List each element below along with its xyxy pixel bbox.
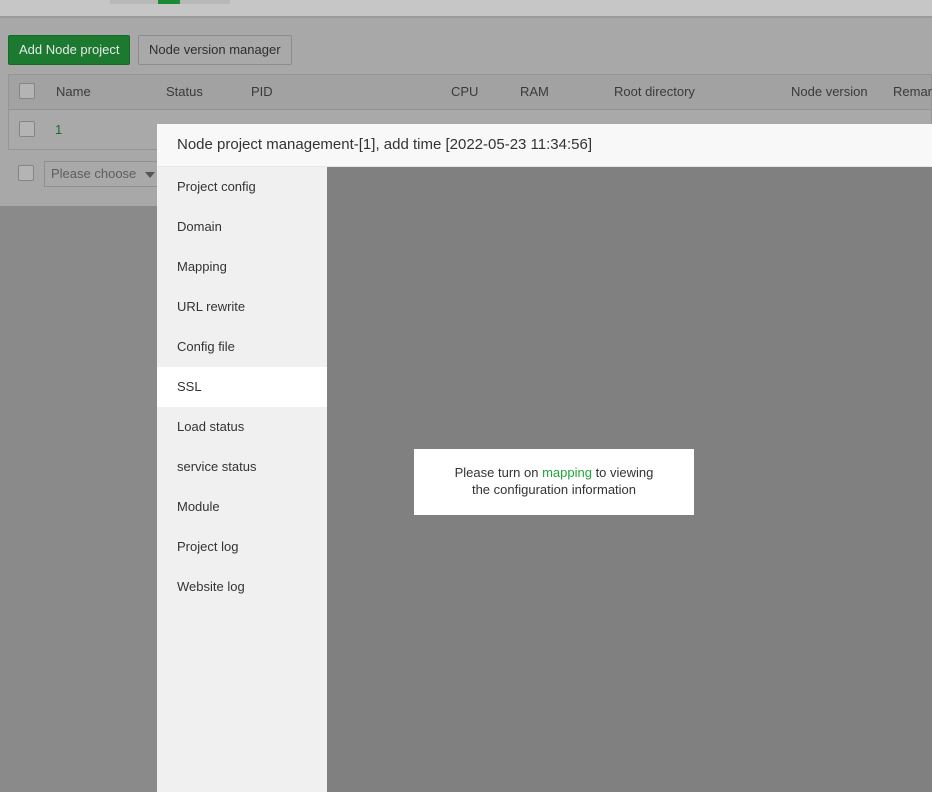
modal-header: Node project management-[1], add time [2… [157, 124, 932, 167]
chevron-down-icon [145, 172, 155, 178]
mapping-required-notice: Please turn on mapping to viewing the co… [414, 449, 694, 515]
sidebar-item-service-status[interactable]: service status [157, 447, 327, 487]
top-tab-bar [0, 0, 932, 18]
modal-sidebar: Project config Domain Mapping URL rewrit… [157, 167, 327, 792]
sidebar-item-mapping[interactable]: Mapping [157, 247, 327, 287]
sidebar-item-module[interactable]: Module [157, 487, 327, 527]
sidebar-item-ssl[interactable]: SSL [157, 367, 327, 407]
add-node-project-button[interactable]: Add Node project [8, 35, 131, 65]
column-cpu: CPU [451, 84, 479, 99]
sidebar-item-project-config[interactable]: Project config [157, 167, 327, 207]
top-tab-active[interactable] [158, 0, 180, 4]
modal-content-overlay: Please turn on mapping to viewing the co… [327, 167, 932, 792]
column-status: Status [166, 84, 203, 99]
top-tab[interactable] [110, 0, 158, 4]
notice-text-after: to viewing [591, 465, 654, 480]
batch-operation-select[interactable]: Please choose [44, 161, 162, 187]
sidebar-item-website-log[interactable]: Website log [157, 567, 327, 607]
sidebar-item-domain[interactable]: Domain [157, 207, 327, 247]
notice-text-line2: the configuration information [471, 482, 637, 497]
sidebar-item-project-log[interactable]: Project log [157, 527, 327, 567]
sidebar-item-url-rewrite[interactable]: URL rewrite [157, 287, 327, 327]
table-header: Name Status PID CPU RAM Root directory N… [9, 75, 932, 110]
column-pid: PID [251, 84, 273, 99]
column-node-version: Node version [791, 84, 868, 99]
select-all-checkbox[interactable] [19, 83, 35, 99]
sidebar-item-load-status[interactable]: Load status [157, 407, 327, 447]
sidebar-item-config-file[interactable]: Config file [157, 327, 327, 367]
batch-select-placeholder: Please choose [51, 166, 137, 181]
column-root-directory: Root directory [614, 84, 695, 99]
column-name[interactable]: Name [56, 84, 91, 99]
batch-checkbox[interactable] [18, 165, 34, 181]
top-tab[interactable] [180, 0, 230, 4]
node-project-management-modal: Node project management-[1], add time [2… [157, 124, 932, 792]
column-ram: RAM [520, 84, 549, 99]
node-version-manager-button[interactable]: Node version manager [138, 35, 292, 65]
row-checkbox[interactable] [19, 121, 35, 137]
notice-text-before: Please turn on [454, 465, 543, 480]
project-name-link[interactable]: 1 [55, 122, 62, 137]
column-remark: Remar [893, 84, 932, 99]
mapping-link[interactable]: mapping [542, 465, 592, 480]
modal-title: Node project management-[1], add time [2… [177, 136, 592, 153]
